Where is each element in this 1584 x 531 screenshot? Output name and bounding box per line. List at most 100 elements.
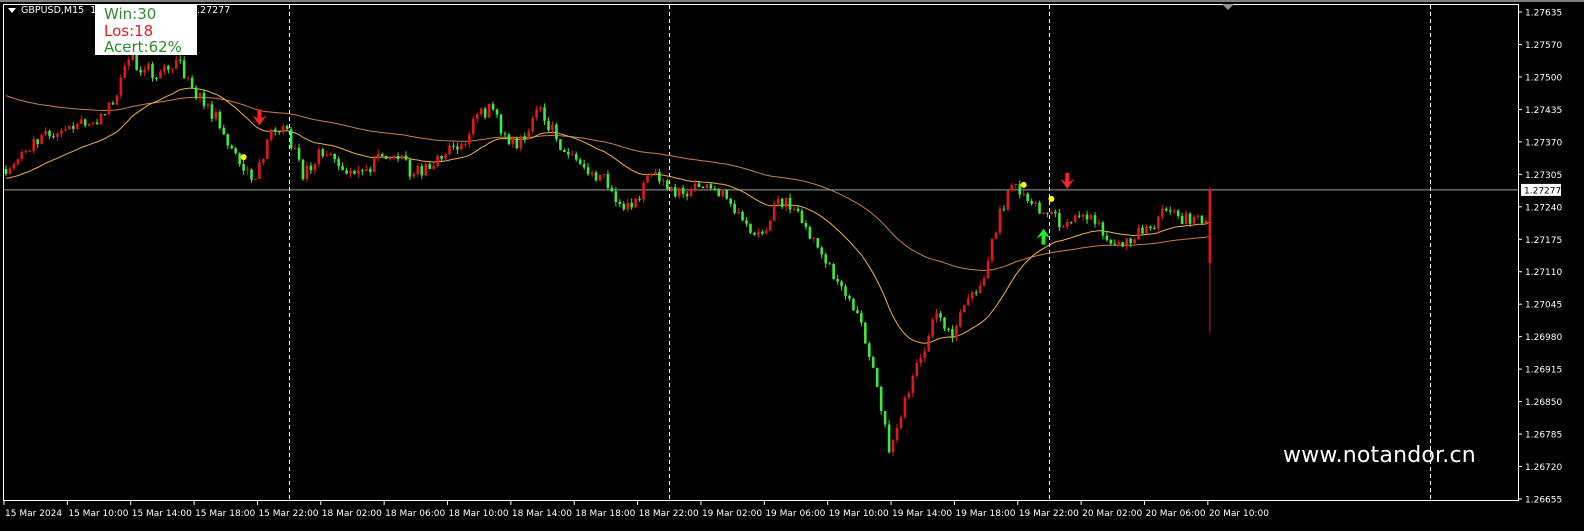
candle-body: [202, 92, 206, 107]
candle-body: [230, 145, 234, 149]
candle-body: [895, 428, 899, 441]
candle: [531, 115, 534, 134]
candle-body: [491, 103, 495, 110]
price-tick-label: 1.27305: [1525, 171, 1562, 181]
candle-body: [167, 65, 170, 70]
candle-body: [1204, 220, 1208, 224]
candle-body: [658, 172, 661, 182]
candle-body: [48, 130, 51, 137]
candle: [555, 122, 558, 142]
candle-body: [428, 164, 432, 170]
candle-body: [927, 335, 930, 352]
time-tick-label: 18 Mar 02:00: [322, 509, 382, 519]
candle-body: [210, 104, 214, 119]
candle-body: [277, 131, 281, 133]
candle-body: [416, 165, 420, 175]
candle-body: [436, 156, 439, 167]
candle-body: [424, 164, 428, 176]
candle-body: [190, 77, 194, 88]
candle-body: [630, 202, 633, 208]
candle-body: [681, 187, 685, 194]
candle: [990, 238, 994, 264]
candle-body: [1141, 227, 1144, 234]
candle-body: [384, 156, 388, 160]
candle-body: [262, 158, 265, 163]
candle-body: [574, 154, 578, 160]
candle-body: [792, 208, 796, 210]
candle-body: [741, 211, 744, 221]
candle-body: [966, 298, 970, 306]
candle-body: [1085, 214, 1089, 220]
candle-body: [1073, 215, 1077, 222]
candle-body: [40, 134, 43, 145]
candle-body: [222, 127, 226, 135]
candle-body: [919, 357, 923, 363]
price-tick-label: 1.27635: [1525, 9, 1562, 19]
candle-body: [685, 193, 689, 197]
candle-body: [460, 144, 463, 150]
candle-body: [1101, 222, 1105, 236]
price-tick-label: 1.26720: [1525, 463, 1562, 473]
candle-body: [709, 184, 713, 189]
chart-title: GBPUSD,M15 1.: [8, 5, 99, 16]
candle: [135, 54, 138, 71]
candle-body: [677, 187, 681, 197]
candle-body: [270, 129, 273, 140]
candle-body: [8, 168, 12, 175]
candle-body: [693, 183, 697, 190]
price-tick-label: 1.27570: [1525, 41, 1562, 51]
candle: [634, 197, 637, 209]
candle: [289, 126, 293, 151]
candle-body: [1168, 210, 1172, 212]
candle-body: [555, 124, 558, 140]
candle-body: [551, 124, 554, 130]
candle-body: [646, 175, 649, 183]
candle-body: [420, 165, 424, 176]
candle-body: [91, 122, 95, 124]
candle: [559, 138, 562, 151]
time-tick-label: 19 Mar 22:00: [1019, 509, 1079, 519]
candle-body: [543, 107, 546, 121]
price-tick-label: 1.27240: [1525, 203, 1562, 213]
candle-body: [903, 397, 907, 418]
candle-body: [1069, 221, 1073, 223]
candle: [852, 298, 855, 311]
candle-body: [951, 329, 954, 338]
candle: [931, 317, 934, 339]
candle-body: [733, 203, 736, 214]
candle-body: [483, 108, 487, 118]
candle-body: [622, 203, 626, 210]
candle-body: [911, 375, 915, 394]
time-tick-label: 15 Mar 18:00: [195, 509, 255, 519]
candle-body: [1192, 216, 1196, 224]
candle-body: [293, 147, 297, 149]
candle-body: [1046, 212, 1049, 214]
window-top-border: [0, 0, 1584, 2]
candle-body: [178, 59, 182, 61]
candle-body: [812, 238, 816, 240]
candle-body: [765, 230, 768, 234]
candle-body: [1054, 211, 1057, 214]
price-tick-label: 1.27500: [1525, 73, 1562, 83]
candle-body: [392, 155, 396, 158]
candle-body: [729, 198, 732, 204]
candle-body: [1184, 213, 1188, 225]
candle-body: [931, 319, 934, 336]
candle-body: [875, 367, 879, 387]
candle-body: [1081, 214, 1085, 217]
candle: [864, 321, 867, 345]
candle-body: [1089, 215, 1093, 220]
candle-body: [507, 134, 511, 145]
candle-body: [309, 165, 313, 171]
candle-body: [404, 155, 408, 160]
candle-body: [313, 163, 317, 171]
candle-body: [986, 260, 990, 279]
candle-body: [535, 109, 538, 118]
candle-body: [376, 154, 380, 159]
candle-body: [994, 232, 998, 239]
dropdown-triangle-icon[interactable]: [8, 8, 16, 13]
candle-body: [582, 163, 586, 168]
candle-body: [796, 208, 800, 211]
candle: [768, 219, 772, 232]
candle: [301, 158, 305, 181]
